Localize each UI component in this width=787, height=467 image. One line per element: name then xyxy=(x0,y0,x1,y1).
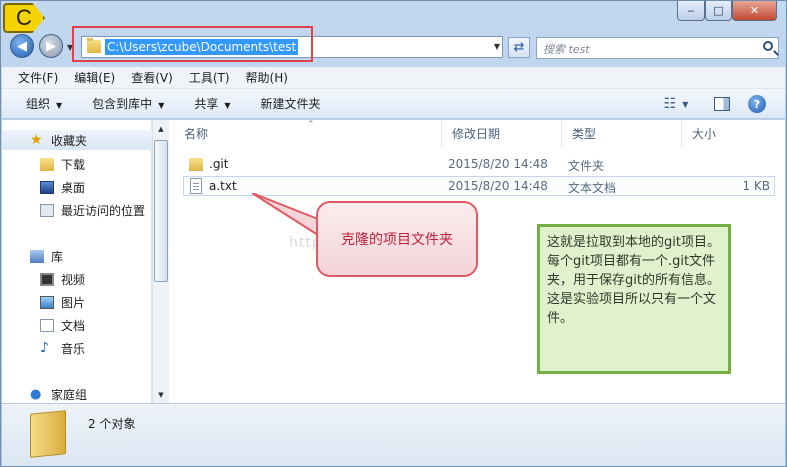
sidebar-item-downloads[interactable]: 下载 xyxy=(2,154,85,174)
search-icon[interactable] xyxy=(763,41,773,51)
refresh-icon: ⇄ xyxy=(513,40,525,55)
sidebar-label: 文档 xyxy=(61,318,86,333)
sidebar-label: 下载 xyxy=(61,157,86,172)
back-button[interactable]: ◀ xyxy=(10,34,34,58)
help-icon[interactable]: ? xyxy=(748,95,766,113)
file-type: 文本文档 xyxy=(568,181,617,195)
sidebar-label: 图片 xyxy=(61,295,86,310)
pictures-icon xyxy=(40,295,54,309)
navigation-pane: ★ 收藏夹 下载 桌面 最近访问的位置 库 视频 图片 文档 ♪ 音乐 ● 家庭组 xyxy=(2,120,152,403)
music-icon: ♪ xyxy=(40,339,49,356)
column-header-date[interactable]: 修改日期 xyxy=(442,120,562,148)
sidebar-item-pictures[interactable]: 图片 xyxy=(2,292,85,312)
minimize-button[interactable]: ‒ xyxy=(677,1,705,21)
scroll-up-icon[interactable]: ▲ xyxy=(153,120,169,137)
sidebar-label: 桌面 xyxy=(61,180,86,195)
sidebar-label: 视频 xyxy=(61,272,86,287)
scroll-thumb[interactable] xyxy=(154,140,168,282)
sidebar-item-desktop[interactable]: 桌面 xyxy=(2,177,85,197)
back-arrow-icon: ◀ xyxy=(17,38,27,54)
refresh-button[interactable]: ⇄ xyxy=(508,37,530,58)
change-view-button[interactable]: ☷ ▼ xyxy=(658,95,694,113)
file-date: 2015/8/20 14:48 xyxy=(448,179,548,193)
library-icon xyxy=(30,249,44,263)
menu-view[interactable]: 查看(V) xyxy=(131,69,173,86)
menu-bar: 文件(F) 编辑(E) 查看(V) 工具(T) 帮助(H) xyxy=(2,67,785,89)
close-button[interactable]: ✕ xyxy=(732,1,777,21)
address-highlight-box xyxy=(72,26,313,62)
column-header-name[interactable]: 名称 xyxy=(174,120,442,148)
organize-label: 组织 xyxy=(26,97,51,111)
recent-places-icon xyxy=(40,203,54,217)
folder-icon xyxy=(40,157,54,171)
item-count: 2 个对象 xyxy=(88,417,136,431)
file-size: 1 KB xyxy=(742,179,770,193)
file-row-git[interactable]: .git 2015/8/20 14:48 文件夹 xyxy=(183,155,775,175)
chevron-down-icon: ▼ xyxy=(158,101,165,110)
new-folder-button[interactable]: 新建文件夹 xyxy=(261,95,321,112)
share-button[interactable]: 共享 ▼ xyxy=(194,95,230,112)
sidebar-item-homegroup[interactable]: ● 家庭组 xyxy=(2,384,87,404)
column-header-type[interactable]: 类型 xyxy=(562,120,682,148)
share-label: 共享 xyxy=(194,97,219,111)
text-file-icon xyxy=(190,178,202,194)
forward-button[interactable]: ▶ xyxy=(39,34,63,58)
search-placeholder: 搜索 test xyxy=(543,43,590,56)
sidebar-label: 家庭组 xyxy=(51,387,88,402)
view-options-icon: ☷ xyxy=(663,96,677,112)
status-bar: 2 个对象 xyxy=(2,403,785,466)
menu-help[interactable]: 帮助(H) xyxy=(246,69,288,86)
star-icon: ★ xyxy=(30,131,43,148)
sidebar-item-libraries[interactable]: 库 xyxy=(2,246,63,266)
callout-bubble: 克隆的项目文件夹 xyxy=(316,201,478,277)
documents-icon xyxy=(40,318,54,332)
scroll-down-icon[interactable]: ▼ xyxy=(153,386,169,403)
menu-tools[interactable]: 工具(T) xyxy=(189,69,230,86)
sidebar-label: 音乐 xyxy=(61,341,86,356)
sidebar-scrollbar[interactable]: ▲ ▼ xyxy=(152,120,169,403)
preview-pane-icon[interactable] xyxy=(712,95,732,113)
file-name: .git xyxy=(209,157,229,171)
include-in-library-label: 包含到库中 xyxy=(92,97,153,111)
menu-edit[interactable]: 编辑(E) xyxy=(74,69,115,86)
sidebar-item-recent-places[interactable]: 最近访问的位置 xyxy=(2,200,145,220)
maximize-button[interactable]: □ xyxy=(705,1,732,21)
file-name: a.txt xyxy=(209,179,237,193)
sidebar-item-favorites[interactable]: ★ 收藏夹 xyxy=(2,130,152,150)
desktop-icon xyxy=(40,180,54,194)
column-header-size[interactable]: 大小 xyxy=(682,120,762,148)
sidebar-item-music[interactable]: ♪ 音乐 xyxy=(2,338,85,358)
homegroup-icon: ● xyxy=(30,386,42,402)
organize-button[interactable]: 组织 ▼ xyxy=(26,95,62,112)
forward-arrow-icon: ▶ xyxy=(46,38,56,54)
sidebar-label: 收藏夹 xyxy=(51,133,88,148)
sidebar-label: 库 xyxy=(51,249,64,264)
command-bar: 组织 ▼ 包含到库中 ▼ 共享 ▼ 新建文件夹 ☷ ▼ ? xyxy=(2,89,785,119)
folder-icon xyxy=(30,410,66,458)
folder-icon xyxy=(189,158,203,171)
chevron-down-icon: ▼ xyxy=(224,101,231,110)
include-in-library-button[interactable]: 包含到库中 ▼ xyxy=(92,95,164,112)
address-dropdown-icon[interactable]: ▼ xyxy=(494,42,500,51)
menu-file[interactable]: 文件(F) xyxy=(18,69,58,86)
file-date: 2015/8/20 14:48 xyxy=(448,157,548,171)
annotation-note: 这就是拉取到本地的git项目。每个git项目都有一个.git文件夹，用于保存gi… xyxy=(537,224,731,374)
file-type: 文件夹 xyxy=(568,159,605,173)
sidebar-item-videos[interactable]: 视频 xyxy=(2,269,85,289)
chevron-down-icon: ▼ xyxy=(56,101,63,110)
sidebar-label: 最近访问的位置 xyxy=(61,203,146,218)
chevron-down-icon: ▼ xyxy=(682,99,689,109)
search-input[interactable]: 搜索 test xyxy=(536,37,779,59)
sidebar-item-documents[interactable]: 文档 xyxy=(2,315,85,335)
video-icon xyxy=(40,272,54,286)
